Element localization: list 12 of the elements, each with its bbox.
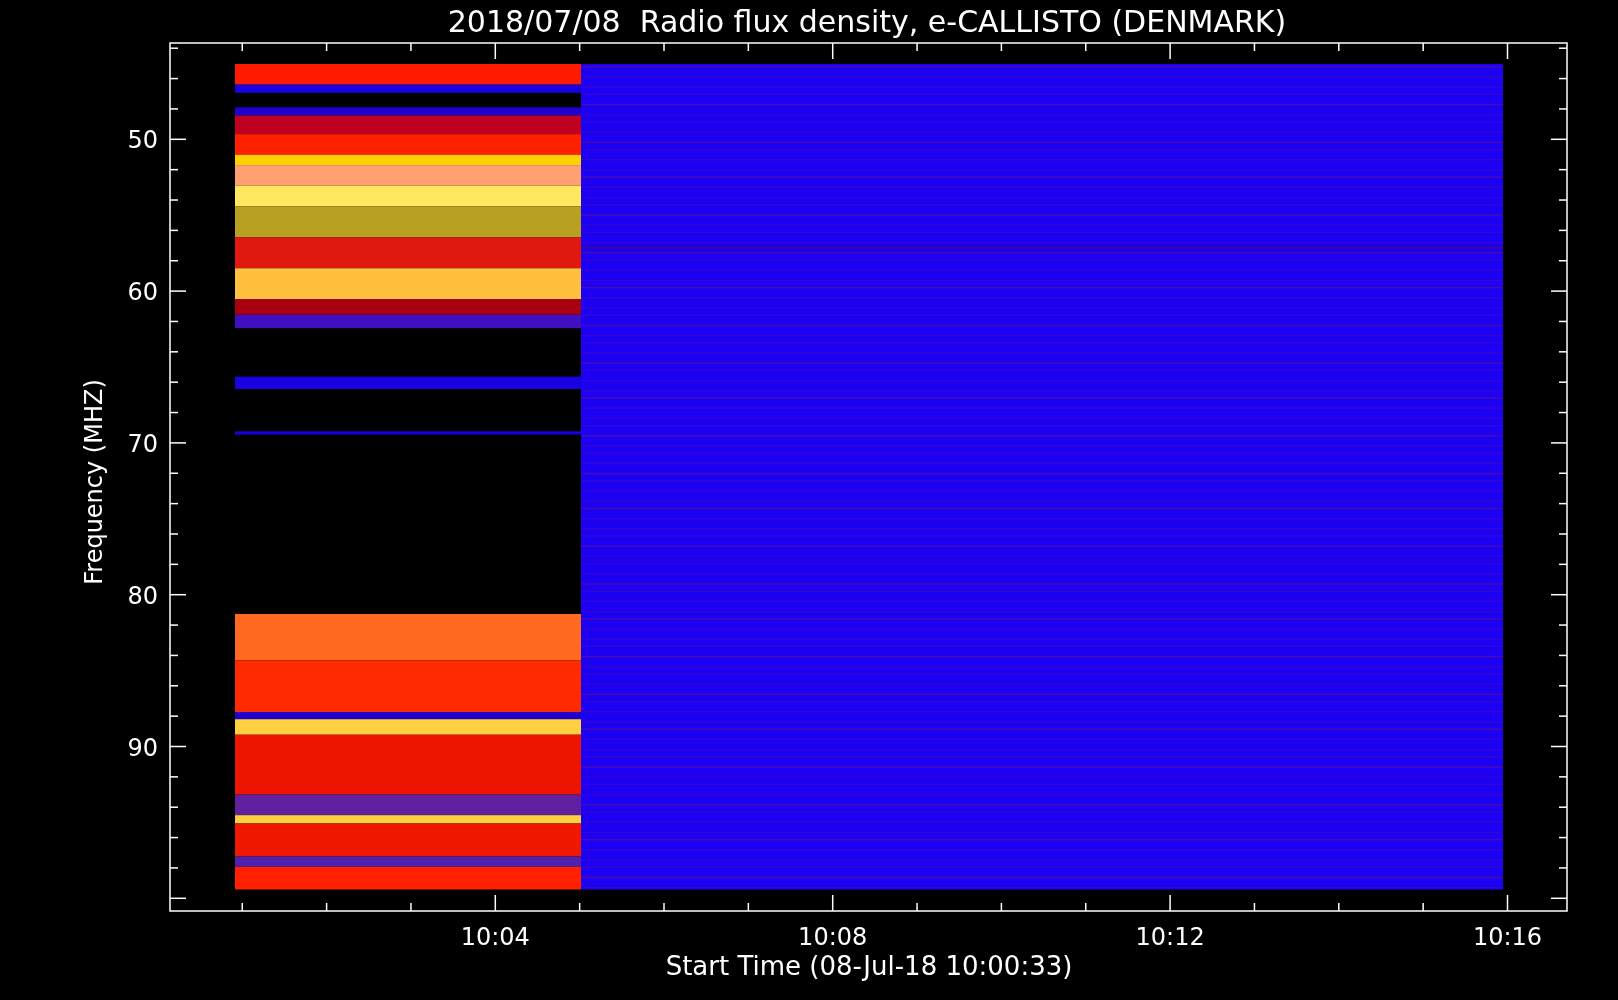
axis-tick-label: 60 <box>127 278 158 307</box>
axis-title: Frequency (MHZ) <box>80 379 108 585</box>
axis-tick-label: 10:12 <box>1135 923 1205 951</box>
chart-title: 2018/07/08 Radio flux density, e-CALLISTO (DENMARK) <box>447 4 1287 39</box>
axis-tick-label: 80 <box>127 581 158 610</box>
axis-tick-label: 10:08 <box>798 923 868 951</box>
axis-tick-label: 10:16 <box>1472 923 1543 951</box>
axis-tick-label: 70 <box>127 429 158 458</box>
axis-tick-label: 90 <box>127 733 158 762</box>
axis-tick-label: 10:04 <box>460 923 530 951</box>
axis-tick-label: 50 <box>127 126 158 155</box>
axis-title: Start Time (08-Jul-18 10:00:33) <box>665 951 1073 981</box>
